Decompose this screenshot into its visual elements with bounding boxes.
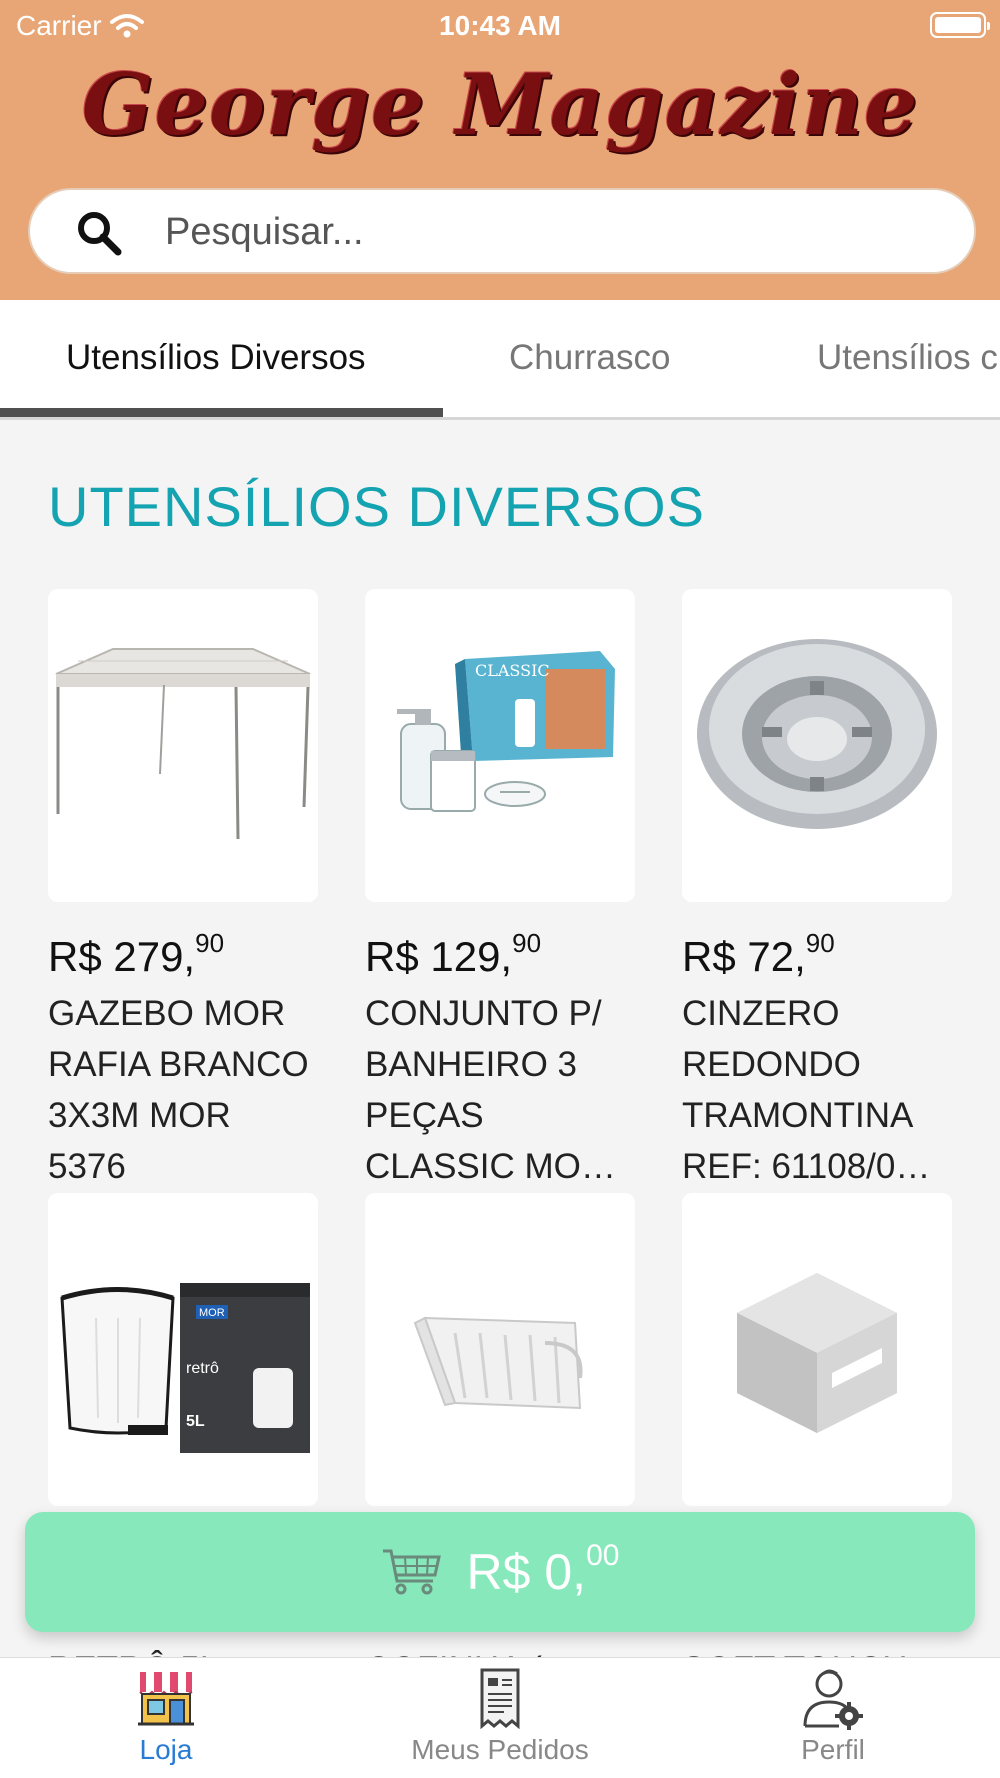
svg-text:CLASSIC: CLASSIC: [475, 661, 550, 680]
svg-text:5L: 5L: [186, 1413, 205, 1430]
store-icon: [138, 1672, 194, 1726]
placeholder-box-image: [737, 1273, 897, 1433]
product-card[interactable]: [682, 1193, 952, 1506]
search-bar[interactable]: [28, 188, 976, 274]
bathroom-set-image: CLASSIC: [397, 651, 615, 812]
search-input[interactable]: [165, 204, 945, 260]
product-name[interactable]: CINZERO REDONDO TRAMONTINA REF: 61108/0…: [682, 988, 952, 1192]
basket-image: [413, 1316, 583, 1410]
nav-label: Meus Pedidos: [411, 1734, 589, 1765]
cart-total: R$ 0,00: [466, 1539, 620, 1600]
cart-button[interactable]: R$ 0,00: [25, 1512, 975, 1632]
app-header: Carrier 10:43 AM George Magazine: [0, 0, 1000, 300]
svg-text:MOR: MOR: [199, 1307, 225, 1319]
ashtray-image: [697, 639, 937, 829]
nav-label: Perfil: [801, 1734, 865, 1765]
product-card[interactable]: CLASSIC: [365, 589, 635, 902]
trash-bin-image: MOR retrô 5L: [60, 1283, 310, 1453]
status-time: 10:43 AM: [439, 10, 561, 41]
product-card[interactable]: [48, 589, 318, 902]
nav-label: Loja: [139, 1734, 193, 1765]
svg-text:retrô: retrô: [186, 1360, 219, 1377]
tab-churrasco[interactable]: Churrasco: [509, 338, 670, 378]
section-title: UTENSÍLIOS DIVERSOS: [48, 475, 705, 538]
product-card[interactable]: MOR retrô 5L: [48, 1193, 318, 1506]
nav-tab-loja[interactable]: Loja: [66, 1666, 266, 1766]
nav-tab-perfil[interactable]: Perfil: [733, 1666, 933, 1766]
tab-utensilios-diversos[interactable]: Utensílios Diversos: [66, 338, 366, 378]
bottom-tab-bar: Loja Meus Pedidos Perfil: [0, 1657, 1000, 1778]
product-name[interactable]: GAZEBO MOR RAFIA BRANCO 3X3M MOR 5376: [48, 988, 318, 1192]
product-name[interactable]: CONJUNTO P/ BANHEIRO 3 PEÇAS CLASSIC MO…: [365, 988, 635, 1192]
tab-utensilios-cozinha[interactable]: Utensílios c: [817, 338, 998, 378]
store-logo: George Magazine: [81, 55, 919, 154]
product-card[interactable]: [682, 589, 952, 902]
product-price: R$ 72,90: [682, 928, 835, 980]
search-icon[interactable]: [74, 208, 124, 258]
product-card[interactable]: [365, 1193, 635, 1506]
category-tabs: Utensílios Diversos Churrasco Utensílios…: [0, 300, 1000, 420]
shopping-cart-icon: [382, 1549, 441, 1595]
receipt-icon: [480, 1668, 520, 1730]
battery-icon: [930, 12, 990, 38]
gazebo-image: [55, 648, 311, 840]
profile-settings-icon: [803, 1669, 863, 1730]
active-tab-indicator: [0, 408, 443, 417]
status-bar: Carrier 10:43 AM: [0, 0, 1000, 50]
product-price: R$ 279,90: [48, 928, 225, 980]
product-price: R$ 129,90: [365, 928, 542, 980]
nav-tab-meus-pedidos[interactable]: Meus Pedidos: [400, 1666, 600, 1766]
